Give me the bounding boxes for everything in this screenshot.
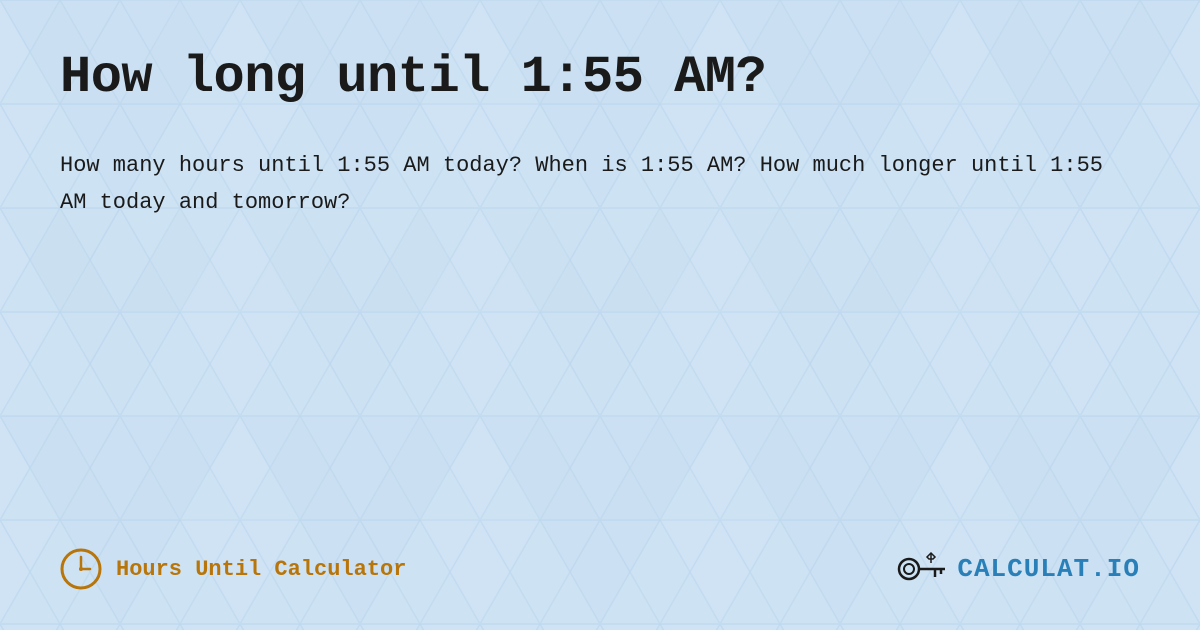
page-description: How many hours until 1:55 AM today? When… <box>60 147 1140 222</box>
page-title: How long until 1:55 AM? <box>60 48 1140 107</box>
clock-icon <box>60 548 102 590</box>
logo-text-accent: IO <box>1107 554 1140 584</box>
brand-label: Hours Until Calculator <box>116 557 406 582</box>
logo-icon <box>897 549 947 589</box>
logo-section: CALCULAT.IO <box>897 549 1140 589</box>
brand-section: Hours Until Calculator <box>60 548 406 590</box>
footer: Hours Until Calculator CALCULAT.IO <box>60 528 1140 590</box>
main-content: How long until 1:55 AM? How many hours u… <box>60 48 1140 528</box>
logo-text-main: CALCULAT. <box>957 554 1106 584</box>
logo-text: CALCULAT.IO <box>957 554 1140 584</box>
